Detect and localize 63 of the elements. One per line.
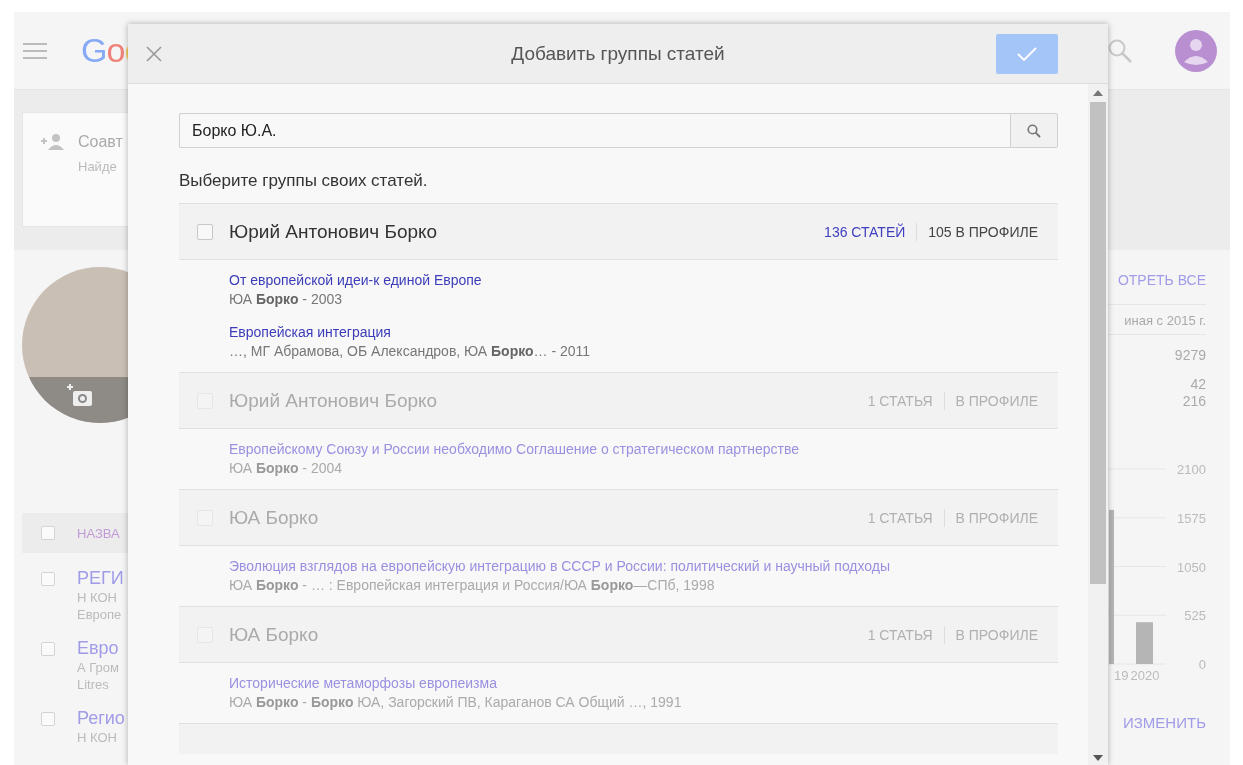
axis-tick-label: 525 — [1184, 608, 1206, 624]
axis-tick-label: 1050 — [1177, 559, 1206, 575]
add-photo-icon[interactable] — [67, 383, 93, 407]
axis-tick-label: 2100 — [1177, 462, 1206, 477]
scroll-down-icon[interactable] — [1093, 755, 1103, 761]
article-meta: Н КОН — [77, 589, 118, 606]
article-meta: …, МГ Абрамова, ОБ Александров, ЮА Борко… - 2011 — [229, 342, 592, 361]
article-meta: ЮА Борко - … : Европейская интеграция и Россия/ЮА Борко—СПб, 1998 — [229, 576, 716, 595]
menu-icon[interactable] — [23, 42, 47, 59]
dialog-title: Добавить группы статей — [511, 42, 725, 65]
articles-count-link[interactable]: 136 СТАТЕЙ — [824, 223, 906, 240]
in-profile-count: В ПРОФИЛЕ — [955, 509, 1038, 526]
close-icon[interactable] — [146, 45, 162, 62]
article-title-link[interactable]: Европейская интеграция — [229, 323, 1058, 342]
coauthors-hint: Найде — [78, 159, 118, 174]
article-meta: ЮА Борко - 2003 — [229, 290, 344, 309]
in-profile-count: В ПРОФИЛЕ — [955, 392, 1038, 409]
article-meta: ЮА Борко - 2004 — [229, 459, 344, 478]
axis-category-label: 2020 — [1130, 668, 1160, 683]
stat-value: 42 — [1190, 376, 1206, 393]
coauthors-title: Соавт — [78, 133, 123, 151]
scrollbar-thumb[interactable] — [1090, 102, 1106, 584]
checkbox[interactable] — [41, 526, 55, 540]
article-meta: Litres — [77, 676, 110, 693]
checkbox[interactable] — [41, 572, 55, 586]
instruction-text: Выберите группы своих статей. — [179, 171, 429, 191]
grid-line — [1107, 663, 1167, 665]
check-icon — [1017, 46, 1037, 61]
article-title-link[interactable]: Евро — [77, 638, 119, 659]
article-meta: Н КОН — [77, 729, 118, 746]
article-title-link[interactable]: Регио — [77, 708, 125, 729]
axis-tick-label: 1575 — [1177, 510, 1206, 526]
checkbox[interactable] — [197, 223, 213, 240]
chart-bar — [1136, 622, 1153, 664]
article-meta: ЮА Борко - Борко ЮА, Загорский ПВ, Караганов СА Общий …, 1991 — [229, 693, 683, 712]
stat-value: 9279 — [1174, 347, 1206, 364]
axis-tick-label: 0 — [1198, 657, 1206, 672]
column-heading[interactable]: НАЗВА — [77, 525, 120, 541]
article-title-link[interactable]: От европейской идеи-к единой Европе — [229, 271, 1058, 290]
axis-category-label: 19 — [1114, 668, 1129, 683]
scroll-up-icon[interactable] — [1093, 90, 1103, 96]
in-profile-count: 105 В ПРОФИЛЕ — [928, 223, 1038, 240]
article-meta: Европе — [77, 606, 123, 623]
scrollbar[interactable] — [1088, 84, 1108, 765]
search-icon[interactable] — [1107, 37, 1133, 64]
author-name: Юрий Антонович Борко — [229, 220, 439, 243]
stat-value: 216 — [1182, 393, 1206, 410]
checkbox[interactable] — [41, 712, 55, 726]
avatar-icon[interactable] — [1175, 29, 1217, 72]
author-name: ЮА Борко — [229, 506, 320, 529]
article-meta: А Гром — [77, 659, 119, 676]
article-title-link[interactable]: РЕГИ — [77, 568, 124, 589]
add-person-icon[interactable] — [41, 134, 65, 150]
edit-link[interactable]: ИЗМЕНИТЬ — [1123, 714, 1206, 731]
view-all-link[interactable]: ОТРЕТЬ ВСЕ — [1117, 272, 1206, 292]
column-heading: иная с 2015 г. — [1124, 313, 1206, 328]
in-profile-count: В ПРОФИЛЕ — [955, 626, 1038, 643]
author-name: ЮА Борко — [229, 623, 320, 646]
search-field[interactable]: Борко Ю.А. — [179, 113, 1010, 148]
author-name: Юрий Антонович Борко — [229, 389, 439, 412]
search-icon — [1027, 123, 1041, 138]
checkbox[interactable] — [41, 642, 55, 656]
search-button[interactable] — [1010, 113, 1058, 148]
